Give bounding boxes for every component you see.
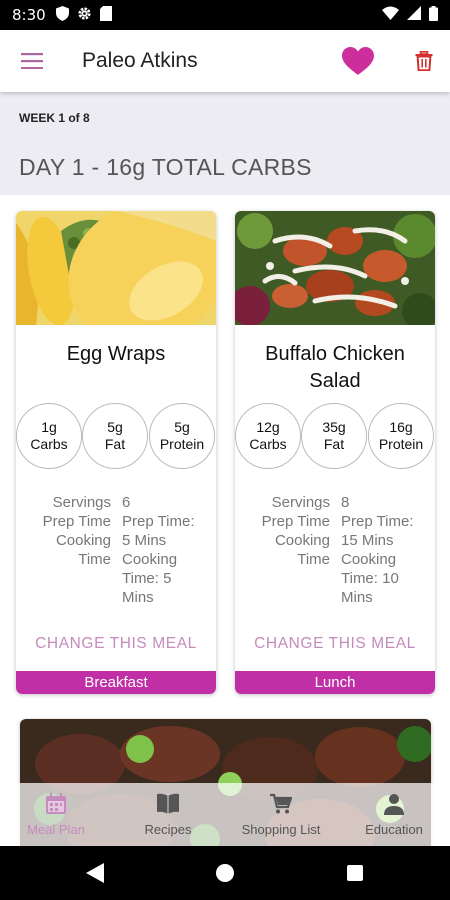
- nav-label: Education: [365, 822, 423, 837]
- servings-label: Servings: [52, 494, 111, 511]
- buffalo-chicken-salad-photo: [235, 211, 435, 329]
- status-bar: 8:30: [0, 0, 450, 30]
- detail-value: 5 Mins: [122, 532, 167, 549]
- detail-value: 15 Mins: [341, 532, 394, 549]
- nav-label: Shopping List: [241, 822, 321, 837]
- carbs-value: 12g: [256, 419, 280, 435]
- cart-icon: [270, 793, 293, 818]
- meal-cards: Egg Wraps 1g Carbs 5g Fat 5g Protein Ser…: [16, 211, 436, 696]
- nav-shopping-list[interactable]: Shopping List: [224, 783, 338, 846]
- meal-card-lunch[interactable]: Buffalo Chicken Salad 12g Carbs 35g Fat …: [235, 211, 435, 694]
- meal-title: Buffalo Chicken Salad: [265, 343, 405, 392]
- signal-icon: [407, 6, 421, 24]
- carbs-circle: 1g Carbs: [16, 403, 82, 469]
- meal-type-label: Lunch: [235, 671, 435, 694]
- protein-circle: 5g Protein: [149, 403, 215, 469]
- person-icon: [383, 793, 405, 818]
- detail-value: Cooking: [341, 551, 397, 568]
- protein-value: 16g: [389, 419, 413, 435]
- change-meal-button[interactable]: CHANGE THIS MEAL: [16, 635, 216, 653]
- day-header: WEEK 1 of 8 DAY 1 - 16g TOTAL CARBS: [0, 92, 450, 195]
- system-navigation-bar: [0, 846, 450, 900]
- carbs-value: 1g: [41, 419, 57, 435]
- meal-card-breakfast[interactable]: Egg Wraps 1g Carbs 5g Fat 5g Protein Ser…: [16, 211, 216, 694]
- change-meal-button[interactable]: CHANGE THIS MEAL: [235, 635, 435, 653]
- nav-label: Recipes: [144, 822, 192, 837]
- nav-meal-plan[interactable]: Meal Plan: [0, 783, 112, 846]
- cooking-label: Cooking: [274, 532, 330, 549]
- recent-apps-icon[interactable]: [347, 865, 363, 881]
- wifi-icon: [382, 6, 399, 24]
- calendar-icon: [45, 793, 67, 818]
- book-icon: [156, 793, 180, 818]
- protein-circle: 16g Protein: [368, 403, 434, 469]
- day-title: DAY 1 - 16g TOTAL CARBS: [19, 154, 312, 180]
- fat-label: Fat: [104, 436, 126, 452]
- app-bar: Paleo Atkins: [0, 30, 450, 92]
- home-icon[interactable]: [216, 864, 234, 882]
- egg-wraps-photo: [16, 211, 216, 346]
- protein-label: Protein: [159, 436, 205, 452]
- detail-values: 8 Prep Time: 15 Mins Cooking Time: 10 Mi…: [341, 493, 433, 607]
- detail-value: Time: 5: [122, 570, 172, 587]
- protein-label: Protein: [378, 436, 424, 452]
- protein-value: 5g: [174, 419, 190, 435]
- meal-plan-content[interactable]: WEEK 1 of 8 DAY 1 - 16g TOTAL CARBS Egg …: [0, 92, 450, 846]
- servings-label: Servings: [271, 494, 330, 511]
- fat-value: 5g: [107, 419, 123, 435]
- hamburger-menu-icon[interactable]: [0, 30, 64, 92]
- macro-circles: 1g Carbs 5g Fat 5g Protein: [16, 403, 216, 471]
- fat-value: 35g: [322, 419, 346, 435]
- macro-circles: 12g Carbs 35g Fat 16g Protein: [235, 403, 435, 471]
- detail-labels: Servings Prep Time Cooking Time: [16, 493, 111, 569]
- detail-value: Prep Time:: [341, 513, 414, 530]
- detail-value: 8: [341, 494, 350, 511]
- detail-value: Mins: [122, 589, 154, 606]
- detail-values: 6 Prep Time: 5 Mins Cooking Time: 5 Mins: [122, 493, 214, 607]
- nav-education[interactable]: Education: [338, 783, 450, 846]
- gear-icon: [77, 6, 92, 25]
- time-label: Time: [297, 551, 330, 568]
- battery-icon: [429, 5, 438, 25]
- week-label: WEEK 1 of 8: [19, 111, 90, 125]
- fat-circle: 35g Fat: [301, 403, 367, 469]
- app-title: Paleo Atkins: [82, 49, 198, 72]
- prep-time-label: Prep Time: [261, 513, 330, 530]
- back-icon[interactable]: [86, 863, 104, 888]
- detail-value: 6: [122, 494, 131, 511]
- detail-labels: Servings Prep Time Cooking Time: [235, 493, 330, 569]
- detail-value: Time: 10: [341, 570, 399, 587]
- carbs-label: Carbs: [249, 436, 287, 452]
- delete-trash-icon[interactable]: [410, 46, 438, 76]
- status-time: 8:30: [12, 6, 46, 24]
- sd-card-icon: [99, 5, 112, 25]
- fat-circle: 5g Fat: [82, 403, 148, 469]
- fat-label: Fat: [323, 436, 345, 452]
- meal-title: Egg Wraps: [66, 343, 166, 365]
- detail-value: Mins: [341, 589, 373, 606]
- detail-value: Cooking: [122, 551, 178, 568]
- meal-type-label: Breakfast: [16, 671, 216, 694]
- shield-icon: [55, 5, 69, 25]
- detail-value: Prep Time:: [122, 513, 195, 530]
- favorite-heart-icon[interactable]: [340, 44, 376, 78]
- time-label: Time: [78, 551, 111, 568]
- nav-recipes[interactable]: Recipes: [112, 783, 224, 846]
- cooking-label: Cooking: [55, 532, 111, 549]
- nav-label: Meal Plan: [27, 822, 85, 837]
- bottom-navigation: Meal Plan Recipes Shopping List Educatio…: [0, 783, 450, 846]
- carbs-label: Carbs: [30, 436, 68, 452]
- prep-time-label: Prep Time: [42, 513, 111, 530]
- carbs-circle: 12g Carbs: [235, 403, 301, 469]
